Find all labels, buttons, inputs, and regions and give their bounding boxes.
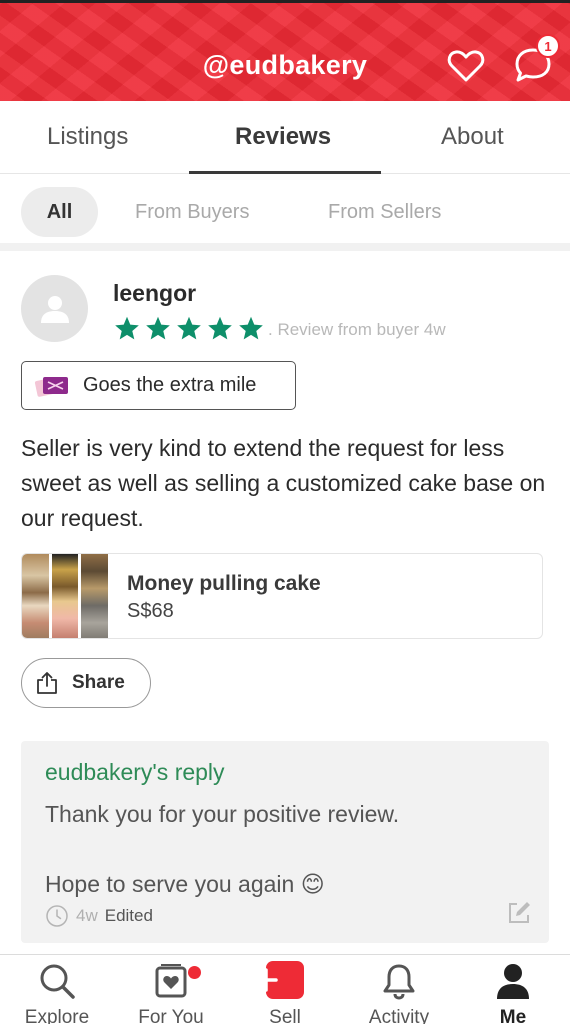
listing-title: Money pulling cake: [127, 572, 321, 595]
nav-label: Activity: [368, 1007, 430, 1024]
nav-label: Explore: [24, 1007, 90, 1024]
profile-tabs: Listings Reviews About: [0, 101, 570, 174]
edit-icon[interactable]: [505, 899, 533, 927]
reply-time: 4w: [76, 906, 98, 925]
heart-icon[interactable]: [446, 46, 486, 86]
share-label: Share: [72, 672, 125, 693]
ticket-icon: [34, 376, 68, 397]
bottom-nav: Explore For You Sell Activity Me: [0, 954, 570, 1024]
filter-all[interactable]: All: [21, 187, 98, 237]
nav-me[interactable]: Me: [456, 955, 570, 1024]
review-text: Seller is very kind to extend the reques…: [21, 435, 546, 531]
nav-for-you[interactable]: For You: [114, 955, 228, 1024]
listing-thumbnail: [22, 554, 109, 638]
sell-button: [254, 961, 304, 999]
tab-about[interactable]: About: [441, 123, 504, 151]
nav-activity[interactable]: Activity: [342, 955, 456, 1024]
for-you-icon: [155, 964, 187, 998]
star-icon: [208, 316, 232, 340]
star-icon: [239, 316, 263, 340]
review-badge: Goes the extra mile: [21, 361, 296, 410]
notification-badge: 1: [536, 34, 560, 58]
for-you-badge-dot: [188, 966, 201, 979]
bell-icon: [383, 964, 415, 1000]
star-icon: [115, 316, 139, 340]
avatar[interactable]: [21, 275, 88, 342]
listing-photo: [81, 554, 109, 638]
filter-from-sellers[interactable]: From Sellers: [328, 187, 441, 237]
active-tab-indicator: [189, 171, 381, 174]
listing-price: S$68: [127, 600, 174, 622]
status-bar-edge: [0, 0, 570, 3]
reply-meta: 4w Edited: [45, 904, 153, 928]
reply-title: eudbakery's reply: [45, 759, 225, 785]
plus-icon: [254, 968, 278, 992]
listing-photo: [22, 554, 49, 638]
review-meta: . Review from buyer 4w: [268, 320, 446, 339]
section-divider: [0, 243, 570, 251]
search-icon: [40, 964, 75, 999]
clock-icon: [46, 905, 68, 927]
nav-explore[interactable]: Explore: [0, 955, 114, 1024]
review-filters: All From Buyers From Sellers: [0, 175, 570, 245]
person-placeholder-icon: [40, 295, 69, 323]
star-icon: [146, 316, 170, 340]
nav-label: For You: [138, 1007, 204, 1024]
person-icon: [497, 964, 529, 999]
nav-label: Sell: [269, 1007, 301, 1024]
listing-photo: [51, 554, 79, 638]
tab-listings[interactable]: Listings: [47, 123, 128, 151]
reply-edited-label: Edited: [104, 906, 153, 925]
share-button[interactable]: Share: [21, 658, 151, 708]
seller-reply: eudbakery's reply Thank you for your pos…: [21, 741, 549, 943]
reviewer-username[interactable]: leengor: [113, 280, 196, 307]
filter-from-buyers[interactable]: From Buyers: [135, 187, 249, 237]
star-icon: [177, 316, 201, 340]
nav-label: Me: [499, 1007, 527, 1024]
listing-card[interactable]: Money pulling cake S$68: [21, 553, 543, 639]
review-badge-label: Goes the extra mile: [83, 374, 257, 396]
tab-reviews[interactable]: Reviews: [235, 123, 331, 151]
reply-text: Thank you for your positive review. Hope…: [45, 801, 400, 897]
share-icon: [37, 672, 57, 694]
star-rating: [113, 315, 265, 342]
nav-sell[interactable]: Sell: [228, 955, 342, 1024]
app-header: @eudbakery 1: [0, 0, 570, 101]
